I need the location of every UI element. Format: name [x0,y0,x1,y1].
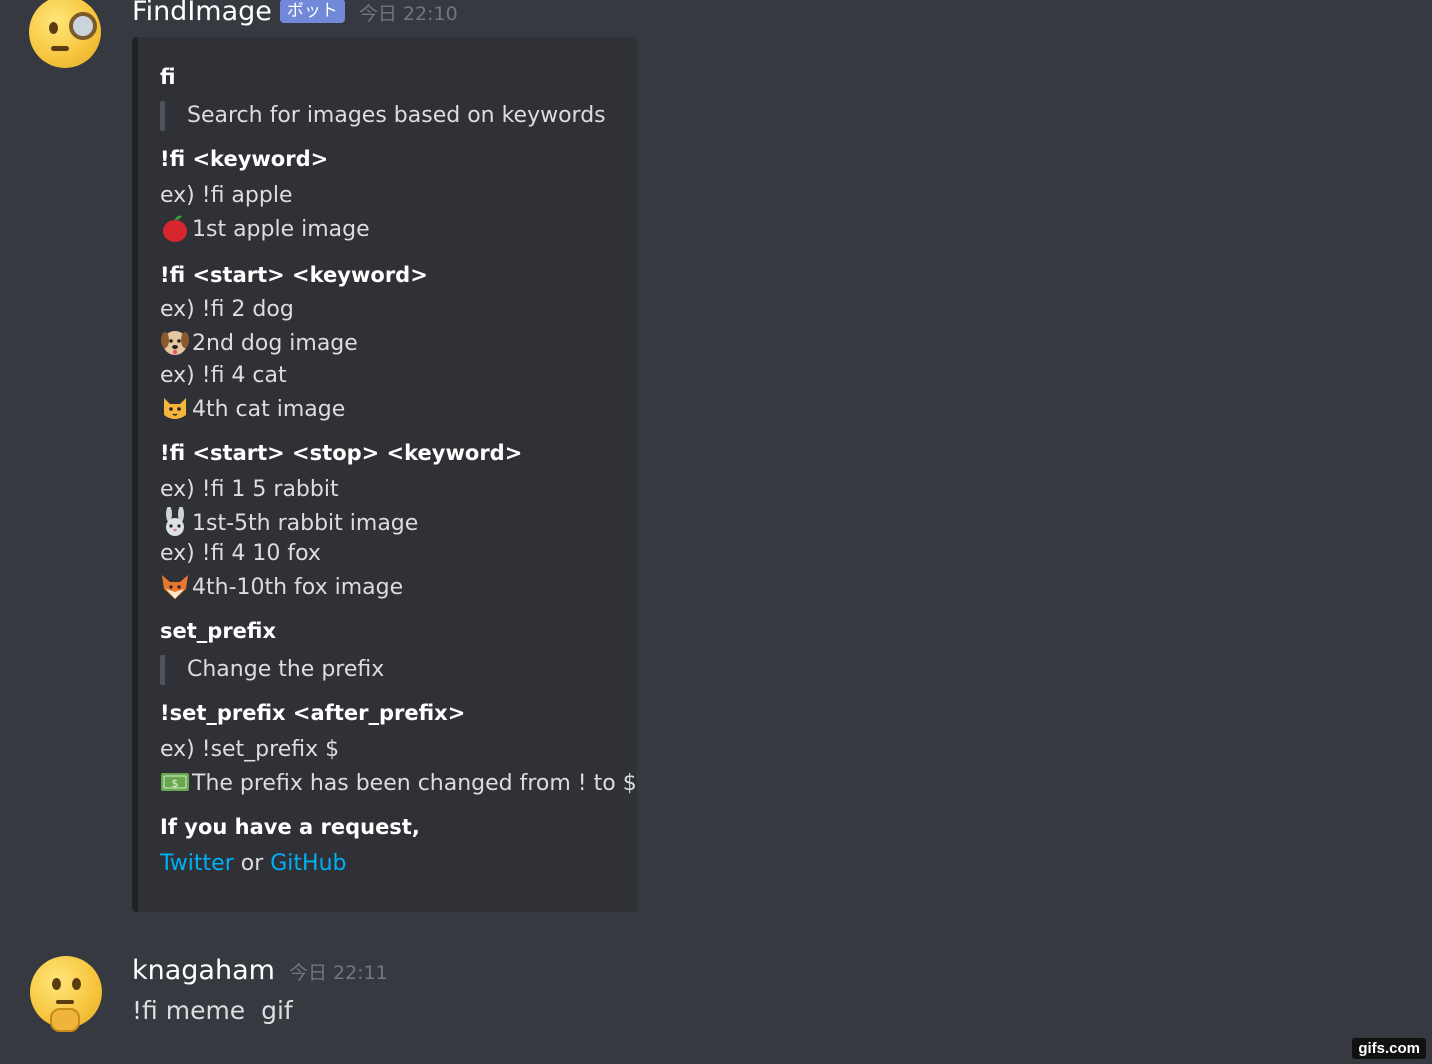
embed-field-title-cmd4: !set_prefix <after_prefix> [160,701,466,725]
embed-example-apple: ex) !fi apple [160,183,293,208]
or-text: or [233,851,271,876]
avatar-mouth-icon [51,46,69,51]
rabbit-result-label: 1st-5th rabbit image [192,511,419,536]
bot-tag: ボット [279,0,345,23]
svg-text:$: $ [172,777,179,790]
embed-field-title-prefix: set_prefix [160,619,277,643]
fox-result-label: 4th-10th fox image [192,575,404,600]
cat-face-icon [164,398,186,419]
embed-field-title-fi: fi [160,65,176,89]
embed-example-fox: ex) !fi 4 10 fox [160,541,321,566]
dollar-banknote-icon: $ [161,773,189,791]
embed-example-cat: ex) !fi 4 cat [160,363,287,388]
embed-links-row: Twitter or GitHub [160,851,346,876]
bot-timestamp[interactable]: 今日 22:10 [359,0,458,26]
embed-field-title-cmd2: !fi <start> <keyword> [160,263,428,287]
avatar-mouth-icon [56,1000,74,1004]
dog-face-icon [161,331,189,355]
embed-result-dog: 2nd dog image [160,329,358,359]
embed-result-apple: 1st apple image [160,215,370,245]
embed-example-prefix: ex) !set_prefix $ [160,737,340,762]
github-link[interactable]: GitHub [270,851,346,876]
apple-icon [163,215,187,242]
embed-field-title-request: If you have a request, [160,815,420,839]
apple-result-label: 1st apple image [192,217,370,242]
embed-field-title-cmd1: !fi <keyword> [160,147,329,171]
embed-example-dog: ex) !fi 2 dog [160,297,294,322]
fox-face-icon [162,575,188,599]
bot-message-header: FindImage ボット 今日 22:10 [132,0,458,27]
user-message-header: knagaham 今日 22:11 [132,955,388,986]
embed-result-rabbit: 1st-5th rabbit image [160,507,419,539]
embed-quote-fi-desc: Search for images based on keywords [160,101,606,131]
embed-result-fox: 4th-10th fox image [160,573,403,603]
bot-username[interactable]: FindImage [132,0,272,27]
thinking-hand-icon [50,1008,80,1032]
rabbit-face-icon [166,507,184,536]
embed-example-rabbit: ex) !fi 1 5 rabbit [160,477,339,502]
user-avatar[interactable] [30,956,102,1032]
user-message-text: !fi meme gif [132,996,293,1025]
twitter-link[interactable]: Twitter [160,851,234,876]
user-timestamp[interactable]: 今日 22:11 [289,958,388,985]
embed-result-cat: 4th cat image [160,395,345,425]
avatar-eye-icon [72,978,81,990]
cat-result-label: 4th cat image [192,397,346,422]
embed-quote-prefix-desc: Change the prefix [160,655,384,685]
monocle-icon [69,12,97,40]
dog-result-label: 2nd dog image [192,331,358,356]
user-username[interactable]: knagaham [132,955,275,986]
embed-field-title-cmd3: !fi <start> <stop> <keyword> [160,441,523,465]
embed-result-prefix: $ The prefix has been changed from ! to … [160,769,637,799]
help-embed: fi Search for images based on keywords !… [132,37,637,912]
prefix-result-label: The prefix has been changed from ! to $ [192,771,637,796]
avatar-eye-icon [52,978,61,990]
bot-avatar[interactable] [29,0,101,68]
watermark: gifs.com [1352,1038,1426,1059]
avatar-eye-icon [49,22,58,34]
